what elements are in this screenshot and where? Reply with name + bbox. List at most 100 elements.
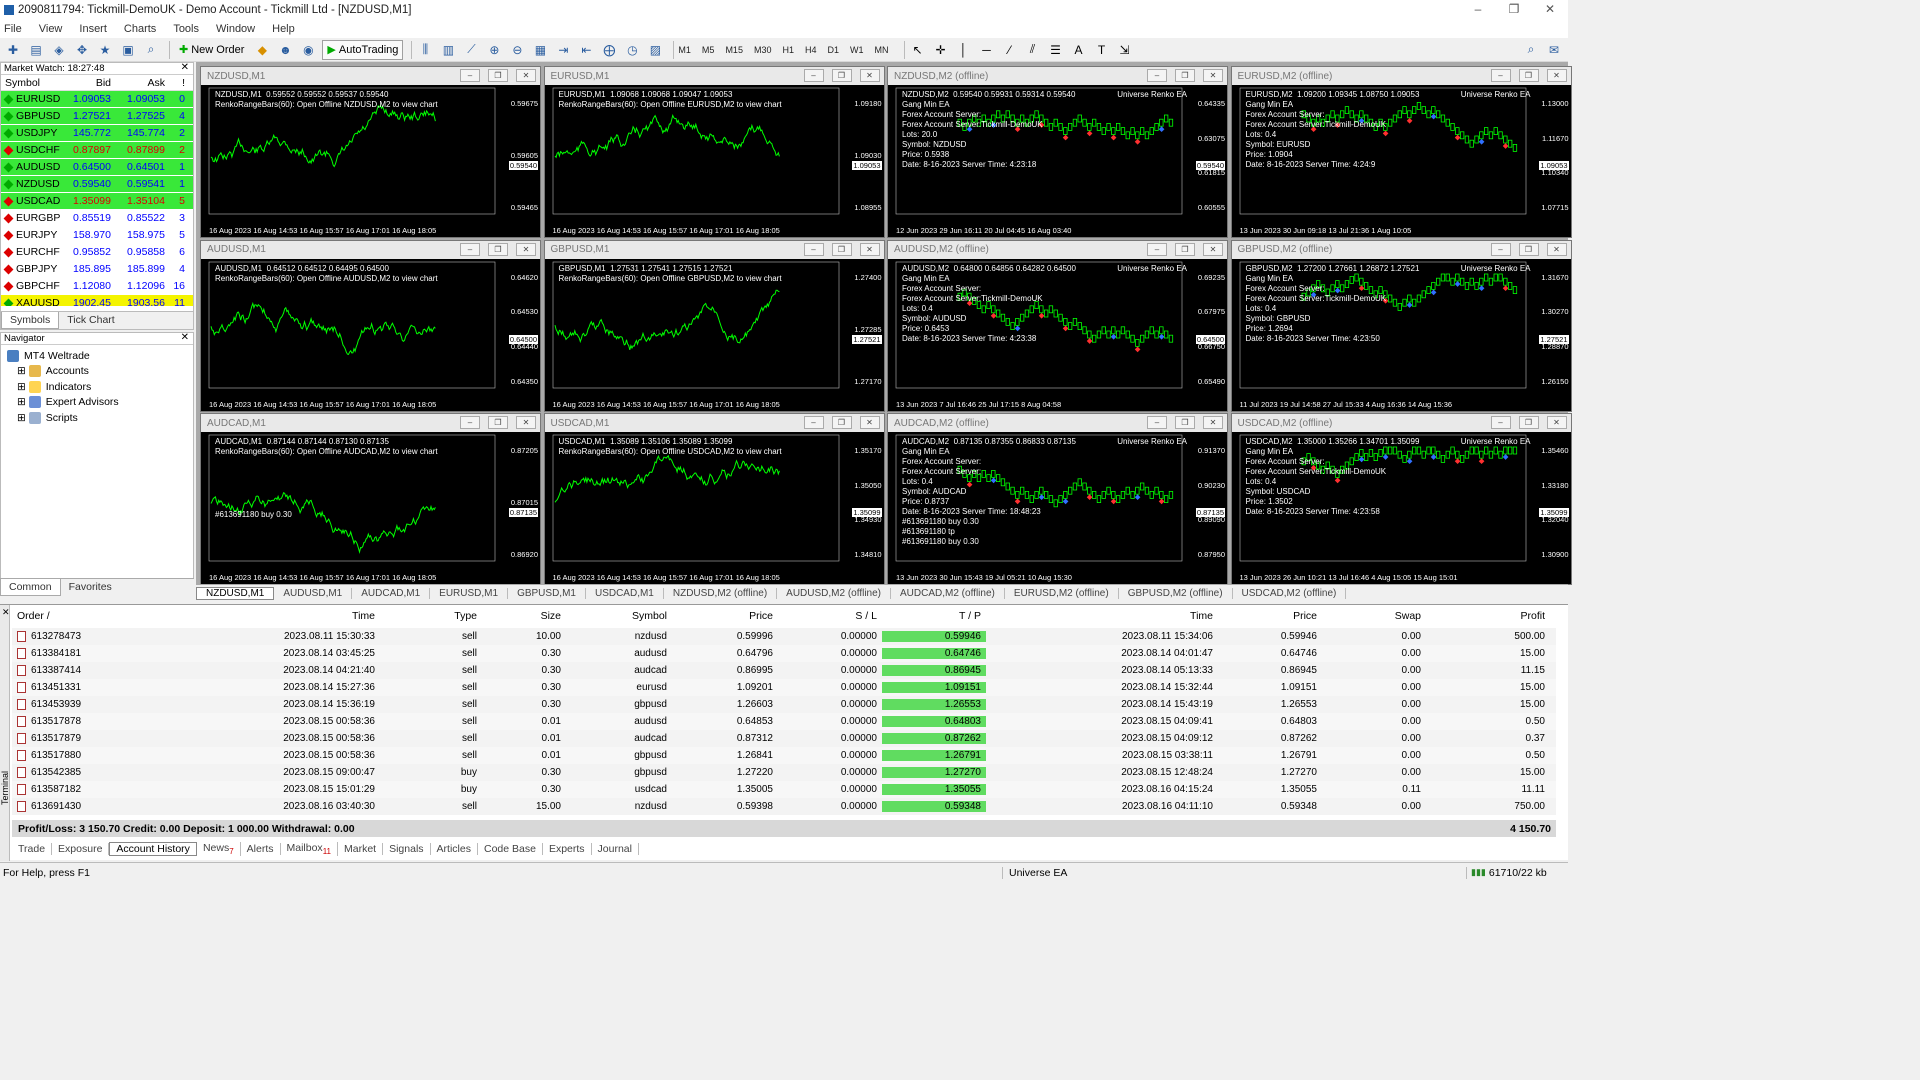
trendline-icon[interactable]: ⁄ <box>1001 41 1019 59</box>
tab-alerts[interactable]: Alerts <box>241 843 281 855</box>
chart-tab[interactable]: GBPUSD,M1 <box>508 588 586 599</box>
zoom-in-icon[interactable]: ⊕ <box>485 41 503 59</box>
column-header[interactable]: Order / <box>12 610 148 626</box>
signals-icon[interactable]: ☻ <box>276 41 294 59</box>
market-watch-row[interactable]: XAUUSD 1902.45 1903.56 11 <box>1 295 193 306</box>
chart-window[interactable]: NZDUSD,M2 (offline) – ❐ ✕ NZDUSD,M2 0.59540 … <box>887 66 1228 238</box>
nav-item-expert-advisors[interactable]: ⊞ Expert Advisors <box>7 395 193 411</box>
close-icon[interactable]: ✕ <box>859 416 880 429</box>
close-icon[interactable]: ✕ <box>516 416 536 429</box>
column-header[interactable]: S / L <box>778 610 882 626</box>
chart-window[interactable]: AUDCAD,M1 – ❐ ✕ AUDCAD,M1 0.87144 0.87144 0.… <box>200 413 541 585</box>
chart-tab[interactable]: AUDUSD,M1 <box>274 588 353 599</box>
timeframe-mn[interactable]: MN <box>875 45 889 55</box>
minimize-icon[interactable]: – <box>1490 69 1511 82</box>
maximize-icon[interactable]: ❐ <box>488 242 508 256</box>
maximize-icon[interactable]: ❐ <box>1518 416 1539 429</box>
tile-windows-icon[interactable]: ▦ <box>531 41 549 59</box>
column-header[interactable]: Size <box>482 610 566 626</box>
minimize-icon[interactable]: – <box>1490 416 1511 429</box>
menu-charts[interactable]: Charts <box>124 23 156 35</box>
timeframe-m1[interactable]: M1 <box>678 45 691 55</box>
tab-exposure[interactable]: Exposure <box>52 843 110 855</box>
market-watch-row[interactable]: GBPCHF 1.12080 1.12096 16 <box>1 278 193 295</box>
chart-tab[interactable]: NZDUSD,M1 <box>196 587 275 600</box>
chart-window[interactable]: AUDUSD,M2 (offline) – ❐ ✕ AUDUSD,M2 0.64800 … <box>887 239 1228 412</box>
tab-market[interactable]: Market <box>338 843 384 855</box>
table-row[interactable]: 613517879 2023.08.15 00:58:36 sell 0.01 audc… <box>12 730 1556 747</box>
market-watch-row[interactable]: GBPUSD 1.27521 1.27525 4 <box>1 108 193 125</box>
new-order-button[interactable]: ✚ New Order <box>174 40 249 60</box>
table-row[interactable]: 613691430 2023.08.16 03:40:30 sell 15.00 nzd… <box>12 798 1556 815</box>
minimize-icon[interactable]: – <box>1460 0 1496 18</box>
column-header[interactable]: Price <box>672 610 778 626</box>
column-header[interactable]: T / P <box>882 610 986 626</box>
chart-canvas[interactable]: AUDUSD,M2 0.64800 0.64856 0.64282 0.6450… <box>888 258 1227 411</box>
tab-mailbox[interactable]: Mailbox11 <box>281 841 338 857</box>
market-watch-row[interactable]: EURCHF 0.95852 0.95858 6 <box>1 244 193 261</box>
text-icon[interactable]: A <box>1070 41 1088 59</box>
maximize-icon[interactable]: ❐ <box>831 416 852 429</box>
tab-journal[interactable]: Journal <box>592 843 639 855</box>
chart-tab[interactable]: AUDCAD,M1 <box>352 588 431 599</box>
minimize-icon[interactable]: – <box>460 242 480 256</box>
chart-shift-icon[interactable]: ⇤ <box>577 41 595 59</box>
nav-item-root[interactable]: MT4 Weltrade <box>7 348 193 364</box>
minimize-icon[interactable]: – <box>1147 69 1167 82</box>
candlestick-icon[interactable]: ▥ <box>439 41 457 59</box>
maximize-icon[interactable]: ❐ <box>488 416 508 429</box>
maximize-icon[interactable]: ❐ <box>831 69 852 82</box>
market-watch-row[interactable]: USDCAD 1.35099 1.35104 5 <box>1 193 193 210</box>
table-row[interactable]: 613384181 2023.08.14 03:45:25 sell 0.30 audu… <box>12 645 1556 662</box>
minimize-icon[interactable]: – <box>803 242 824 256</box>
table-row[interactable]: 613517878 2023.08.15 00:58:36 sell 0.01 audu… <box>12 713 1556 730</box>
chart-canvas[interactable]: EURUSD,M1 1.09068 1.09068 1.09047 1.0905… <box>544 85 884 237</box>
label-icon[interactable]: T <box>1093 41 1111 59</box>
market-watch-row[interactable]: EURGBP 0.85519 0.85522 3 <box>1 210 193 227</box>
crosshair-icon[interactable]: ✛ <box>932 41 950 59</box>
chart-window[interactable]: AUDUSD,M1 – ❐ ✕ AUDUSD,M1 0.64512 0.64512 0.… <box>200 239 541 412</box>
close-icon[interactable]: ✕ <box>1203 69 1223 82</box>
maximize-icon[interactable]: ❐ <box>1175 69 1195 82</box>
menu-insert[interactable]: Insert <box>79 23 107 35</box>
market-icon[interactable]: ◉ <box>299 41 317 59</box>
tab-favorites[interactable]: Favorites <box>61 579 120 596</box>
indicators-icon[interactable]: ⨁ <box>600 41 618 59</box>
market-watch-icon[interactable]: ◈ <box>50 41 68 59</box>
close-icon[interactable]: ✕ <box>516 242 536 256</box>
terminal-icon[interactable]: ▣ <box>119 41 137 59</box>
chart-window[interactable]: EURUSD,M2 (offline) – ❐ ✕ EURUSD,M2 1.09200 … <box>1230 66 1572 238</box>
chart-tab[interactable]: EURUSD,M1 <box>430 588 509 599</box>
menu-help[interactable]: Help <box>272 23 295 35</box>
column-header[interactable]: Type <box>380 610 482 626</box>
table-row[interactable]: 613453939 2023.08.14 15:36:19 sell 0.30 gbpu… <box>12 696 1556 713</box>
close-icon[interactable]: ✕ <box>1203 242 1223 256</box>
market-watch-row[interactable]: EURUSD 1.09053 1.09053 0 <box>1 91 193 108</box>
chart-window[interactable]: EURUSD,M1 – ❐ ✕ EURUSD,M1 1.09068 1.09068 1.… <box>543 66 885 238</box>
menu-window[interactable]: Window <box>216 23 255 35</box>
timeframe-m30[interactable]: M30 <box>754 45 772 55</box>
metaeditor-icon[interactable]: ◆ <box>253 41 271 59</box>
close-icon[interactable]: ✕ <box>859 242 880 256</box>
bar-chart-icon[interactable]: ⫼ <box>416 41 434 59</box>
chart-tab[interactable]: AUDCAD,M2 (offline) <box>891 588 1005 599</box>
market-watch-row[interactable]: USDJPY 145.772 145.774 2 <box>1 125 193 142</box>
chart-tab[interactable]: EURUSD,M2 (offline) <box>1005 588 1119 599</box>
close-icon[interactable]: ✕ <box>2 607 10 618</box>
timeframe-w1[interactable]: W1 <box>850 45 864 55</box>
templates-icon[interactable]: ▨ <box>646 41 664 59</box>
timeframe-m15[interactable]: M15 <box>725 45 743 55</box>
tab-tick-chart[interactable]: Tick Chart <box>59 312 122 329</box>
chart-canvas[interactable]: GBPUSD,M1 1.27531 1.27541 1.27515 1.2752… <box>544 258 884 411</box>
close-icon[interactable]: ✕ <box>1546 69 1567 82</box>
minimize-icon[interactable]: – <box>803 69 824 82</box>
fibonacci-icon[interactable]: ☰ <box>1047 41 1065 59</box>
search-icon[interactable]: ⌕ <box>1522 41 1540 59</box>
tester-icon[interactable]: ⌕ <box>142 41 160 59</box>
chart-window[interactable]: USDCAD,M2 (offline) – ❐ ✕ USDCAD,M2 1.35000 … <box>1230 413 1572 585</box>
chart-canvas[interactable]: EURUSD,M2 1.09200 1.09345 1.08750 1.0905… <box>1231 85 1571 237</box>
column-header[interactable]: Price <box>1218 610 1322 626</box>
market-watch-row[interactable]: AUDUSD 0.64500 0.64501 1 <box>1 159 193 176</box>
minimize-icon[interactable]: – <box>460 69 480 82</box>
tab-signals[interactable]: Signals <box>383 843 431 855</box>
